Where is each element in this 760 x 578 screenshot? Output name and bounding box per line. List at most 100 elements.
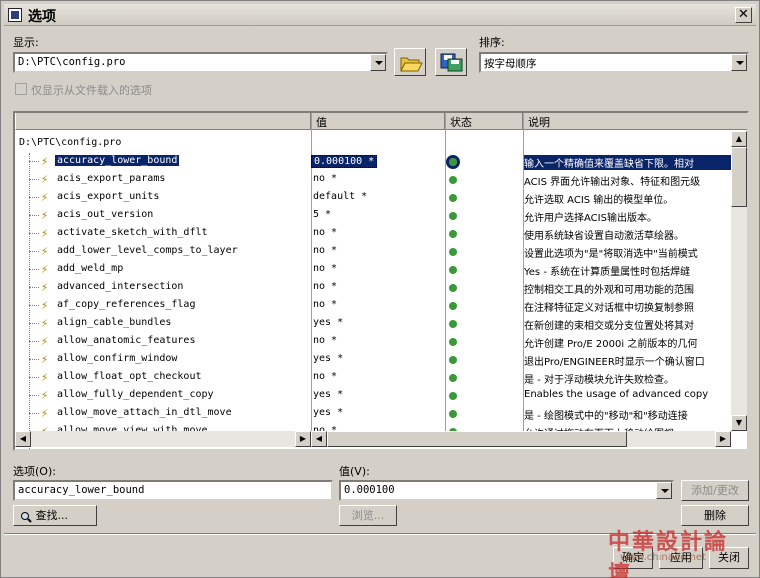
- status-dot-icon: [449, 410, 457, 418]
- option-name: activate_sketch_with_dflt: [57, 227, 208, 238]
- option-name: advanced_intersection: [57, 281, 184, 292]
- column-header-name[interactable]: [15, 113, 311, 130]
- scroll-right-button[interactable]: ▶: [715, 431, 731, 447]
- status-dot-icon: [449, 302, 457, 310]
- watermark: 中華設計論壇 www.chinade.net: [608, 524, 750, 578]
- option-value: no *: [313, 245, 338, 256]
- table-row[interactable]: ⚡ accuracy_lower_bound 0.000100 * 输入一个精确值来覆…: [15, 153, 731, 171]
- option-value: no *: [313, 227, 338, 238]
- lightning-icon: ⚡: [41, 208, 49, 222]
- option-name: acis_export_params: [57, 173, 166, 184]
- lightning-icon: ⚡: [41, 190, 49, 204]
- option-name: allow_fully_dependent_copy: [57, 389, 214, 400]
- display-label: 显示:: [13, 36, 39, 49]
- status-dot-icon: [449, 266, 457, 274]
- table-row[interactable]: ⚡ acis_export_units default * 允许选取 ACIS 输出的…: [15, 189, 731, 207]
- vertical-scrollbar[interactable]: ▲ ▼: [731, 131, 747, 431]
- column-header-status[interactable]: 状态: [445, 113, 523, 130]
- option-description: 允许选取 ACIS 输出的模型单位。: [524, 195, 674, 206]
- lightning-icon: ⚡: [41, 298, 49, 312]
- column-header-value[interactable]: 值: [311, 113, 445, 130]
- table-row[interactable]: ⚡ af_copy_references_flag no * 在注释特征定义对话框中切…: [15, 297, 731, 315]
- status-dot-icon: [449, 374, 457, 382]
- tree-connector: [29, 395, 39, 396]
- option-name: align_cable_bundles: [57, 317, 172, 328]
- tree-root-label: D:\PTC\config.pro: [19, 137, 122, 148]
- scroll-left-button[interactable]: ◀: [15, 431, 31, 447]
- option-description: Enables the usage of advanced copy: [524, 389, 709, 400]
- table-row[interactable]: ⚡ activate_sketch_with_dflt no * 使用系统缺省设置自动…: [15, 225, 731, 243]
- lightning-icon: ⚡: [41, 244, 49, 258]
- folder-open-icon: [400, 57, 423, 72]
- option-value: yes *: [313, 317, 344, 328]
- lightning-icon: ⚡: [41, 154, 49, 168]
- option-value: no *: [313, 299, 338, 310]
- delete-label: 删除: [704, 509, 726, 522]
- table-row[interactable]: ⚡ allow_float_opt_checkout no * 是 - 对于浮动模块允…: [15, 369, 731, 387]
- table-row[interactable]: ⚡ allow_fully_dependent_copy yes * Enables …: [15, 387, 731, 405]
- delete-button[interactable]: 删除: [681, 505, 749, 526]
- tree-connector: [29, 233, 39, 234]
- scroll-thumb[interactable]: [731, 147, 747, 207]
- option-description: 使用系统缺省设置自动激活草绘器。: [524, 231, 684, 242]
- scroll-thumb[interactable]: [327, 431, 627, 447]
- scroll-right-button[interactable]: ▶: [295, 431, 311, 447]
- table-row[interactable]: ⚡ add_weld_mp no * Yes - 系统在计算质量属性时包括焊缝: [15, 261, 731, 279]
- tree-connector: [29, 215, 39, 216]
- table-row[interactable]: ⚡ acis_out_version 5 * 允许用户选择ACIS输出版本。: [15, 207, 731, 225]
- tree-root[interactable]: D:\PTC\config.pro: [15, 135, 731, 153]
- open-file-button[interactable]: [394, 48, 426, 76]
- status-dot-icon: [449, 338, 457, 346]
- option-value: yes *: [313, 389, 344, 400]
- close-icon: ✕: [738, 7, 749, 22]
- status-dot-icon: [449, 230, 457, 238]
- browse-label: 浏览...: [351, 509, 385, 522]
- table-row[interactable]: ⚡ advanced_intersection no * 控制相交工具的外观和可用功能…: [15, 279, 731, 297]
- name-hscrollbar[interactable]: ◀ ▶: [15, 431, 311, 447]
- lightning-icon: ⚡: [41, 370, 49, 384]
- option-description: 退出Pro/ENGINEER时显示一个确认窗口: [524, 357, 705, 368]
- tree-connector: [29, 413, 39, 414]
- scroll-left-button[interactable]: ◀: [311, 431, 327, 447]
- tree-connector: [29, 287, 39, 288]
- scroll-up-button[interactable]: ▲: [731, 131, 747, 147]
- option-name: add_lower_level_comps_to_layer: [57, 245, 238, 256]
- detail-hscrollbar[interactable]: ◀ ▶: [311, 431, 731, 447]
- option-input[interactable]: accuracy_lower_bound: [13, 480, 333, 501]
- watermark-sub: www.chinade.net: [620, 552, 706, 563]
- find-button[interactable]: 查找...: [13, 505, 97, 526]
- option-value: no *: [313, 263, 338, 274]
- status-dot-icon: [449, 356, 457, 364]
- browse-button[interactable]: 浏览...: [339, 505, 397, 526]
- table-row[interactable]: ⚡ add_lower_level_comps_to_layer no * 设置此选项…: [15, 243, 731, 261]
- lightning-icon: ⚡: [41, 280, 49, 294]
- chevron-down-icon[interactable]: [731, 54, 747, 71]
- options-table: 值 状态 说明 D:\PTC\config.pro ⚡ accuracy_lowe…: [13, 111, 749, 451]
- search-icon: [20, 510, 32, 523]
- close-window-button[interactable]: ✕: [735, 7, 752, 23]
- option-description: 控制相交工具的外观和可用功能的范围: [524, 285, 694, 296]
- display-combo[interactable]: D:\PTC\config.pro: [13, 52, 388, 73]
- tree-connector: [29, 323, 39, 324]
- scroll-down-button[interactable]: ▼: [731, 415, 747, 431]
- save-icon: [440, 53, 463, 72]
- table-row[interactable]: ⚡ align_cable_bundles yes * 在新创建的束相交或分支位置处将…: [15, 315, 731, 333]
- lightning-icon: ⚡: [41, 406, 49, 420]
- chevron-down-icon[interactable]: [370, 54, 386, 71]
- table-row[interactable]: ⚡ acis_export_params no * ACIS 界面允许输出对象、特征和…: [15, 171, 731, 189]
- option-name: acis_export_units: [57, 191, 160, 202]
- option-value: no *: [313, 281, 338, 292]
- table-row[interactable]: ⚡ allow_anatomic_features no * 允许创建 Pro/E 2…: [15, 333, 731, 351]
- filter-checkbox[interactable]: [15, 83, 27, 95]
- add-change-button[interactable]: 添加/更改: [681, 480, 749, 501]
- table-row[interactable]: ⚡ allow_confirm_window yes * 退出Pro/ENGINEER…: [15, 351, 731, 369]
- tree-connector: [29, 359, 39, 360]
- chevron-down-icon[interactable]: [656, 482, 672, 499]
- value-combo[interactable]: 0.000100: [339, 480, 674, 501]
- status-dot-icon: [449, 392, 457, 400]
- save-file-button[interactable]: [435, 48, 467, 76]
- sort-combo[interactable]: 按字母顺序: [479, 52, 749, 73]
- option-description: 在注释特征定义对话框中切换复制参照: [524, 303, 694, 314]
- column-header-desc[interactable]: 说明: [523, 113, 747, 130]
- table-row[interactable]: ⚡ allow_move_attach_in_dtl_move yes * 是 - 绘…: [15, 405, 731, 423]
